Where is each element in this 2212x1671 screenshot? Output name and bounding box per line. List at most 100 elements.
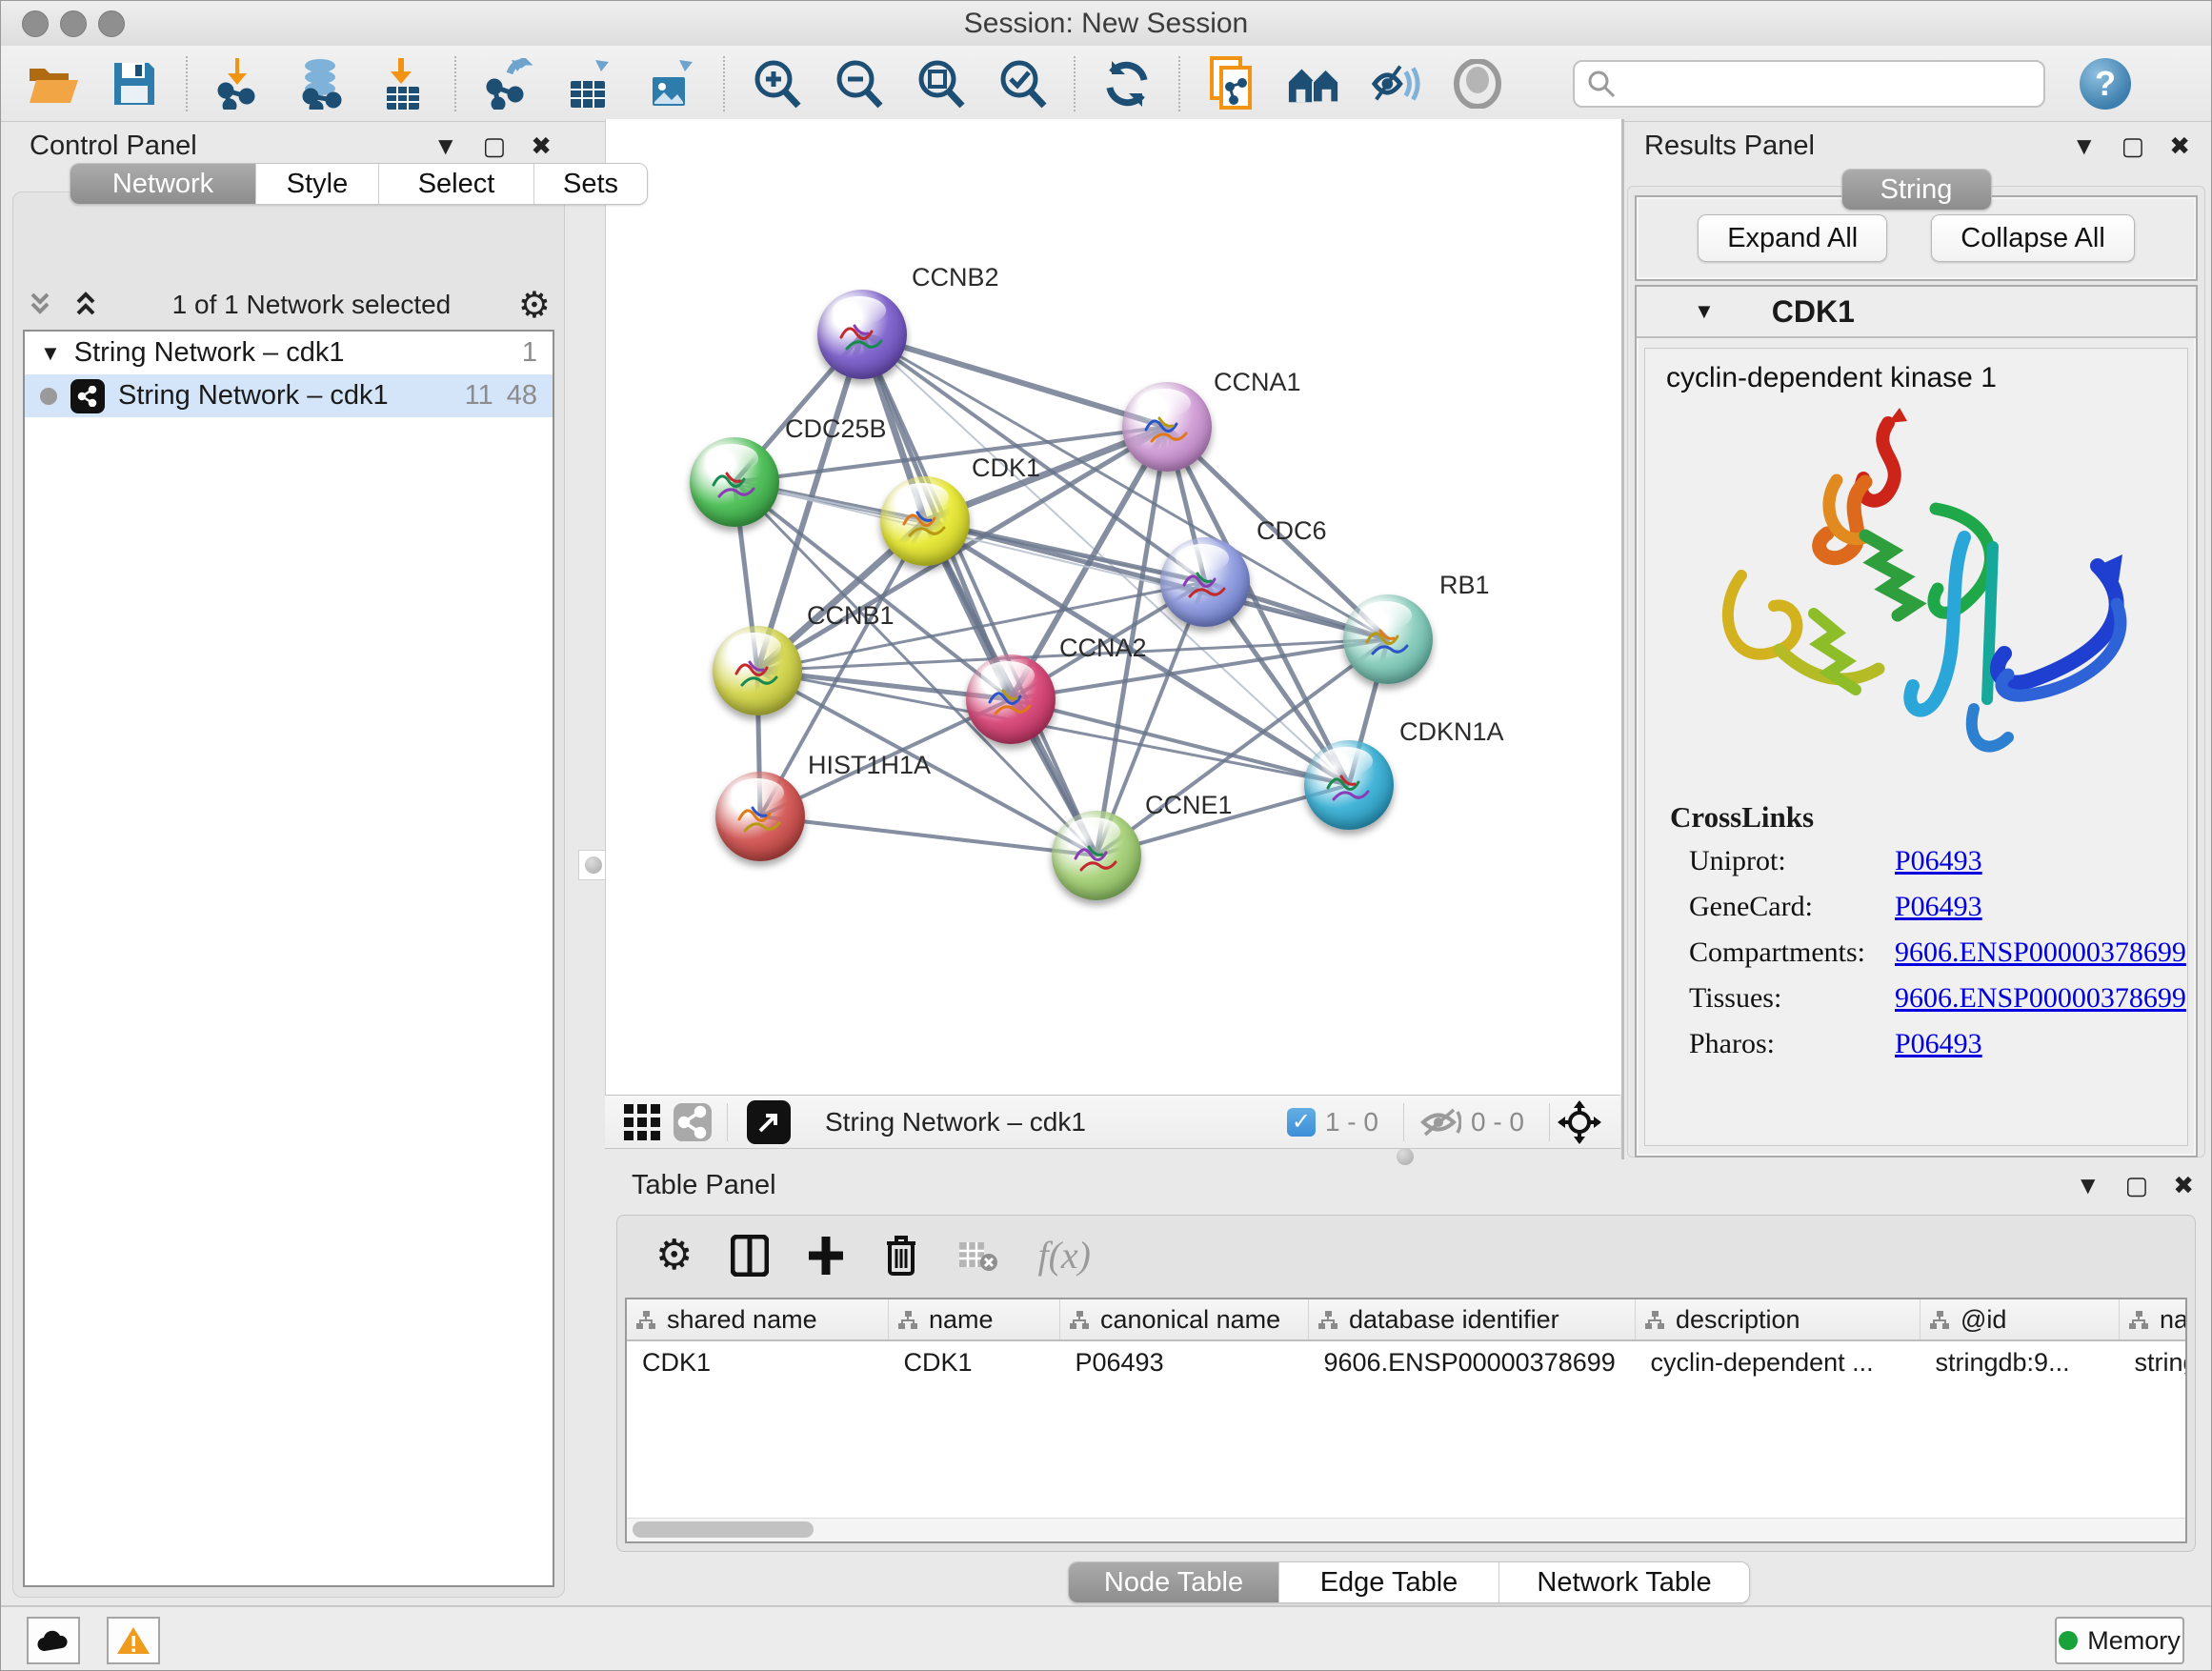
column-header-database-identifier[interactable]: database identifier xyxy=(1309,1299,1636,1340)
expand-all-button[interactable]: Expand All xyxy=(1698,214,1887,262)
network-edge[interactable] xyxy=(862,334,1167,427)
genecard-link[interactable]: P06493 xyxy=(1895,891,1982,923)
save-session-button[interactable] xyxy=(108,57,161,111)
hidden-eye-icon[interactable] xyxy=(1419,1106,1461,1138)
zoom-in-button[interactable] xyxy=(750,57,803,111)
gear-icon[interactable]: ⚙ xyxy=(518,284,551,327)
node-cdkn1a[interactable] xyxy=(1304,740,1394,830)
tab-sets[interactable]: Sets xyxy=(534,164,647,204)
table-horizontal-scrollbar[interactable] xyxy=(627,1518,2185,1541)
panel-menu-icon[interactable]: ▼ xyxy=(2076,1173,2101,1198)
export-image-button[interactable] xyxy=(645,57,698,111)
graphics-details-button[interactable] xyxy=(1369,57,1422,111)
close-panel-icon[interactable]: ✖ xyxy=(2169,133,2190,158)
network-icon xyxy=(70,379,105,413)
column-header-shared-name[interactable]: shared name xyxy=(627,1299,889,1340)
selected-checkbox[interactable]: ✓ xyxy=(1287,1108,1316,1137)
import-table-button[interactable] xyxy=(376,57,430,111)
copy-network-button[interactable] xyxy=(1205,57,1258,111)
memory-button[interactable]: Memory xyxy=(2055,1617,2184,1664)
show-columns-icon[interactable] xyxy=(731,1235,769,1277)
node-rb1[interactable] xyxy=(1343,594,1433,684)
collapse-all-button[interactable]: Collapse All xyxy=(1931,214,2135,262)
float-panel-icon[interactable]: ▢ xyxy=(2122,133,2145,158)
column-header--id[interactable]: @id xyxy=(1920,1299,2120,1340)
tab-select[interactable]: Select xyxy=(379,164,534,204)
panel-menu-icon[interactable]: ▼ xyxy=(2072,133,2097,158)
right-divider xyxy=(1621,119,1624,1159)
grid-view-icon[interactable] xyxy=(624,1104,660,1140)
disclosure-triangle-icon[interactable]: ▼ xyxy=(1694,299,1715,324)
node-entry-content: cyclin-dependent kinase 1 xyxy=(1644,348,2188,1146)
birdseye-launch-button[interactable] xyxy=(747,1100,791,1144)
crosslink-row: GeneCard: P06493 xyxy=(1645,884,2187,930)
table-settings-gear-icon[interactable]: ⚙ xyxy=(655,1235,693,1277)
node-cdc25b[interactable] xyxy=(690,437,779,527)
network-collection-row[interactable]: ▼ String Network – cdk1 1 xyxy=(25,332,553,374)
node-hist1h1a[interactable] xyxy=(715,772,805,861)
tab-string[interactable]: String xyxy=(1842,170,1991,210)
float-panel-icon[interactable]: ▢ xyxy=(483,133,507,158)
network-edge[interactable] xyxy=(760,816,1096,856)
warning-button[interactable] xyxy=(107,1617,160,1664)
panel-menu-icon[interactable]: ▼ xyxy=(433,133,458,158)
tab-style[interactable]: Style xyxy=(256,164,379,204)
tab-network-table[interactable]: Network Table xyxy=(1499,1562,1749,1602)
column-header-canonical-name[interactable]: canonical name xyxy=(1060,1299,1309,1340)
export-table-button[interactable] xyxy=(563,57,616,111)
column-header-namespac[interactable]: namespac xyxy=(2120,1299,2188,1340)
tab-node-table[interactable]: Node Table xyxy=(1069,1562,1279,1602)
help-button[interactable]: ? xyxy=(2080,58,2131,110)
expand-all-icon[interactable] xyxy=(72,291,105,319)
tab-network[interactable]: Network xyxy=(70,164,256,204)
node-label-cdk1: CDK1 xyxy=(972,453,1040,483)
delete-column-trash-icon[interactable] xyxy=(883,1234,919,1278)
column-header-description[interactable]: description xyxy=(1636,1299,1920,1340)
table-row[interactable]: CDK1CDK1P064939606.ENSP00000378699cyclin… xyxy=(627,1340,2187,1383)
tab-edge-table[interactable]: Edge Table xyxy=(1279,1562,1499,1602)
add-column-icon[interactable] xyxy=(807,1235,845,1277)
string-home-button[interactable] xyxy=(1287,57,1340,111)
pharos-link[interactable]: P06493 xyxy=(1895,1028,1982,1060)
cloud-button[interactable] xyxy=(27,1617,80,1664)
compartments-link[interactable]: 9606.ENSP00000378699 xyxy=(1895,936,2186,969)
close-panel-icon[interactable]: ✖ xyxy=(531,133,552,158)
search-icon xyxy=(1586,69,1617,99)
import-database-icon xyxy=(295,58,347,110)
float-panel-icon[interactable]: ▢ xyxy=(2125,1173,2149,1198)
node-ccne1[interactable] xyxy=(1052,811,1141,900)
zoom-selected-button[interactable] xyxy=(995,57,1049,111)
node-cdc6[interactable] xyxy=(1160,537,1250,627)
disclosure-triangle-icon[interactable]: ▼ xyxy=(40,341,61,366)
node-ccna2[interactable] xyxy=(966,654,1056,744)
close-panel-icon[interactable]: ✖ xyxy=(2173,1173,2194,1198)
node-cdk1[interactable] xyxy=(880,476,970,566)
function-builder-icon[interactable]: f(x) xyxy=(1037,1233,1091,1278)
birdseye-view-button[interactable] xyxy=(1451,57,1504,111)
uniprot-link[interactable]: P06493 xyxy=(1895,845,1982,877)
node-ccnb2[interactable] xyxy=(817,290,907,379)
node-table: shared namenamecanonical namedatabase id… xyxy=(625,1298,2187,1543)
open-session-button[interactable] xyxy=(26,57,79,111)
search-input[interactable] xyxy=(1573,60,2045,108)
import-network-button[interactable] xyxy=(212,57,266,111)
zoom-fit-button[interactable] xyxy=(914,57,967,111)
column-header-name[interactable]: name xyxy=(889,1299,1060,1340)
network-share-icon[interactable] xyxy=(674,1103,712,1141)
node-ccna1[interactable] xyxy=(1122,382,1212,472)
export-network-button[interactable] xyxy=(481,57,534,111)
fit-crosshair-icon[interactable] xyxy=(1558,1100,1601,1144)
refresh-icon xyxy=(1102,59,1152,109)
zoom-out-button[interactable] xyxy=(832,57,885,111)
delete-table-icon[interactable] xyxy=(957,1238,999,1273)
collection-label: String Network – cdk1 xyxy=(74,337,509,369)
network-canvas[interactable]: CCNB2CCNA1CDC25BCDK1CDC6RB1CCNB1CCNA2CDK… xyxy=(605,119,1621,1095)
network-row[interactable]: String Network – cdk1 11 48 xyxy=(25,374,553,417)
tissues-link[interactable]: 9606.ENSP00000378699 xyxy=(1895,982,2186,1015)
import-database-button[interactable] xyxy=(294,57,348,111)
refresh-button[interactable] xyxy=(1100,57,1154,111)
scrollbar-thumb[interactable] xyxy=(633,1521,814,1538)
collapse-all-icon[interactable] xyxy=(27,291,59,319)
node-entry-header[interactable]: ▼ CDK1 xyxy=(1637,287,2196,338)
node-ccnb1[interactable] xyxy=(713,626,802,715)
